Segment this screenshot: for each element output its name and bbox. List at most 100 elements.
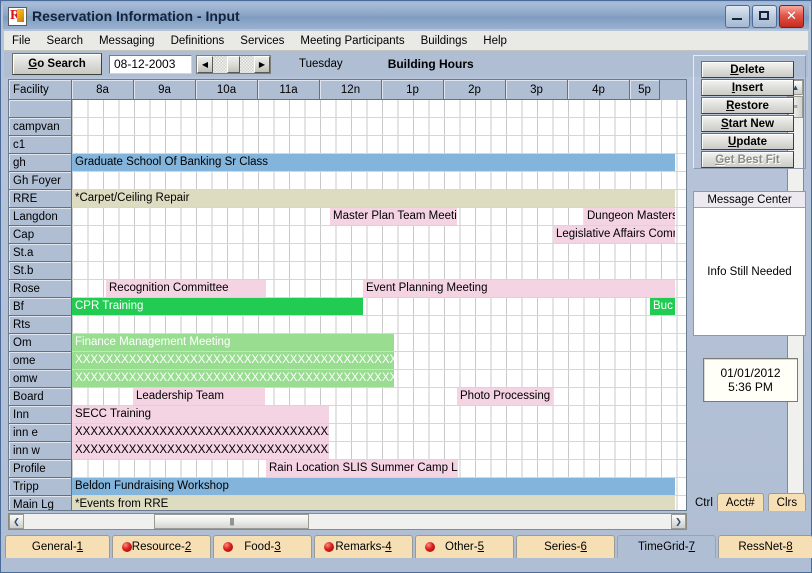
facility-timeline[interactable]: XXXXXXXXXXXXXXXXXXXXXXXXXXXXXXXXXXXXXXXX… — [72, 370, 686, 388]
facility-cell[interactable]: Gh Foyer — [9, 172, 72, 190]
facility-timeline[interactable]: Graduate School Of Banking Sr Class — [72, 154, 686, 172]
start-new-button[interactable]: Start New — [701, 115, 794, 132]
menu-item-services[interactable]: Services — [232, 34, 292, 48]
menu-item-search[interactable]: Search — [39, 34, 91, 48]
date-prev-arrow[interactable]: ◀ — [197, 56, 213, 73]
date-scroll-track[interactable] — [213, 56, 254, 73]
close-button[interactable]: ✕ — [779, 5, 804, 28]
facility-timeline[interactable] — [72, 244, 686, 262]
facility-timeline[interactable]: Recognition Committee Event Planning Meet… — [72, 280, 686, 298]
reservation-event[interactable]: Event Planning Meeting — [363, 280, 675, 297]
facility-cell[interactable]: ome — [9, 352, 72, 370]
minimize-button[interactable] — [725, 5, 750, 28]
facility-cell[interactable]: Board — [9, 388, 72, 406]
reservation-event[interactable]: Master Plan Team Meeting — [330, 208, 457, 225]
go-search-button[interactable]: Go Search — [12, 53, 102, 75]
facility-cell[interactable]: gh — [9, 154, 72, 172]
reservation-event[interactable]: XXXXXXXXXXXXXXXXXXXXXXXXXXXXXXXXXXXXXXXX… — [72, 352, 394, 369]
facility-cell[interactable]: Rts — [9, 316, 72, 334]
grid-horizontal-scrollbar[interactable]: ❮ |||| ❯ — [8, 513, 687, 530]
reservation-event[interactable]: SECC Training — [72, 406, 329, 423]
reservation-event[interactable]: Finance Management Meeting — [72, 334, 394, 351]
reservation-event[interactable]: Graduate School Of Banking Sr Class — [72, 154, 675, 171]
date-scroll-thumb[interactable] — [227, 56, 240, 73]
facility-timeline[interactable] — [72, 136, 686, 154]
delete-button[interactable]: Delete — [701, 61, 794, 78]
tab-ressnet-8[interactable]: RessNet-8 — [718, 535, 812, 558]
facility-timeline[interactable]: CPR Training Buc — [72, 298, 686, 316]
scroll-left-button[interactable]: ❮ — [9, 514, 24, 529]
reservation-event[interactable]: Recognition Committee — [106, 280, 266, 297]
search-date-input[interactable]: 08-12-2003 — [109, 55, 192, 74]
tab-remarks-4[interactable]: Remarks-4 — [314, 535, 413, 558]
reservation-event[interactable]: Beldon Fundraising Workshop — [72, 478, 675, 495]
facility-timeline[interactable]: Master Plan Team Meeting Dungeon Masters — [72, 208, 686, 226]
facility-timeline[interactable]: *Events from RRE — [72, 496, 686, 511]
tab-other-5[interactable]: Other-5 — [415, 535, 514, 558]
date-next-arrow[interactable]: ▶ — [254, 56, 270, 73]
tab-resource-2[interactable]: Resource-2 — [112, 535, 211, 558]
reservation-event[interactable]: Leadership Team — [133, 388, 265, 405]
menu-item-definitions[interactable]: Definitions — [163, 34, 233, 48]
facility-timeline[interactable]: Rain Location SLIS Summer Camp Lunch — [72, 460, 686, 478]
facility-timeline[interactable]: *Carpet/Ceiling Repair — [72, 190, 686, 208]
horizontal-scroll-thumb[interactable]: |||| — [154, 514, 309, 529]
facility-cell[interactable]: RRE — [9, 190, 72, 208]
facility-cell[interactable] — [9, 100, 72, 118]
facility-cell[interactable]: Main Lg — [9, 496, 72, 511]
reservation-event[interactable]: XXXXXXXXXXXXXXXXXXXXXXXXXXXXXXXXXXX — [72, 424, 329, 441]
reservation-event[interactable]: Dungeon Masters — [584, 208, 675, 225]
facility-timeline[interactable] — [72, 262, 686, 280]
facility-timeline[interactable]: Beldon Fundraising Workshop — [72, 478, 686, 496]
menu-item-meeting-participants[interactable]: Meeting Participants — [292, 34, 412, 48]
facility-cell[interactable]: Inn — [9, 406, 72, 424]
facility-cell[interactable]: Langdon — [9, 208, 72, 226]
facility-timeline[interactable] — [72, 172, 686, 190]
facility-cell[interactable]: omw — [9, 370, 72, 388]
reservation-event[interactable]: XXXXXXXXXXXXXXXXXXXXXXXXXXXXXXXXXXXXXXXX… — [72, 370, 394, 387]
facility-cell[interactable]: Om — [9, 334, 72, 352]
facility-cell[interactable]: campvan — [9, 118, 72, 136]
menu-item-messaging[interactable]: Messaging — [91, 34, 163, 48]
reservation-event[interactable]: Buc — [650, 298, 675, 315]
tab-general-1[interactable]: General-1 — [5, 535, 110, 558]
tab-timegrid-7[interactable]: TimeGrid-7 — [617, 535, 716, 558]
facility-cell[interactable]: Profile — [9, 460, 72, 478]
scroll-right-button[interactable]: ❯ — [671, 514, 686, 529]
date-scroll-control[interactable]: ◀ ▶ — [196, 55, 271, 74]
tab-series-6[interactable]: Series-6 — [516, 535, 615, 558]
update-button[interactable]: Update — [701, 133, 794, 150]
facility-timeline[interactable]: SECC Training — [72, 406, 686, 424]
reservation-event[interactable]: Rain Location SLIS Summer Camp Lunch — [266, 460, 458, 477]
menu-item-buildings[interactable]: Buildings — [413, 34, 476, 48]
facility-cell[interactable]: St.b — [9, 262, 72, 280]
menu-item-help[interactable]: Help — [475, 34, 515, 48]
reservation-event[interactable]: Legislative Affairs Committee — [553, 226, 675, 243]
restore-button[interactable]: Restore — [701, 97, 794, 114]
insert-button[interactable]: Insert — [701, 79, 794, 96]
facility-cell[interactable]: inn e — [9, 424, 72, 442]
tab-food-3[interactable]: Food-3 — [213, 535, 312, 558]
facility-timeline[interactable] — [72, 316, 686, 334]
clrs-tab[interactable]: Clrs — [768, 493, 806, 511]
facility-cell[interactable]: Cap — [9, 226, 72, 244]
reservation-event[interactable]: *Carpet/Ceiling Repair — [72, 190, 675, 207]
facility-timeline[interactable] — [72, 118, 686, 136]
facility-timeline[interactable]: Finance Management Meeting — [72, 334, 686, 352]
menu-item-file[interactable]: File — [4, 34, 39, 48]
facility-timeline[interactable]: XXXXXXXXXXXXXXXXXXXXXXXXXXXXXXXXXXXXXXXX… — [72, 352, 686, 370]
facility-cell[interactable]: Rose — [9, 280, 72, 298]
facility-timeline[interactable]: Leadership Team Photo Processing P — [72, 388, 686, 406]
facility-timeline[interactable]: XXXXXXXXXXXXXXXXXXXXXXXXXXXXXXXXXXX — [72, 442, 686, 460]
facility-cell[interactable]: Tripp — [9, 478, 72, 496]
facility-timeline[interactable]: Legislative Affairs Committee — [72, 226, 686, 244]
facility-cell[interactable]: inn w — [9, 442, 72, 460]
reservation-event[interactable]: XXXXXXXXXXXXXXXXXXXXXXXXXXXXXXXXXXX — [72, 442, 329, 459]
facility-cell[interactable]: c1 — [9, 136, 72, 154]
facility-timeline[interactable] — [72, 100, 686, 118]
reservation-event[interactable]: CPR Training — [72, 298, 363, 315]
acct-number-tab[interactable]: Acct# — [717, 493, 764, 511]
maximize-button[interactable] — [752, 5, 777, 28]
reservation-event[interactable]: Photo Processing P — [457, 388, 553, 405]
reservation-event[interactable]: *Events from RRE — [72, 496, 675, 511]
